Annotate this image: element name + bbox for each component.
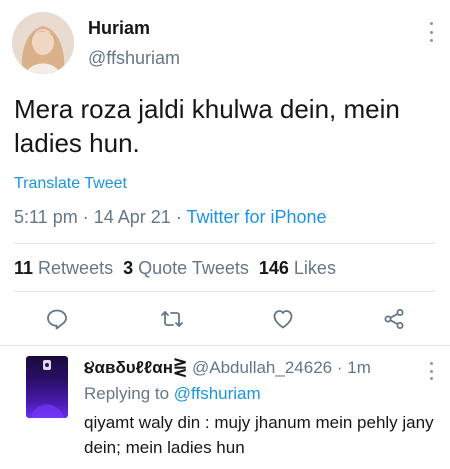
action-bar xyxy=(0,303,450,335)
reply-header: ૪αвδυℓℓαн⋛ @Abdullah_24626 · 1m xyxy=(84,358,371,378)
replying-to-mention[interactable]: @ffshuriam xyxy=(174,384,261,403)
tweet-time: 5:11 pm xyxy=(14,207,78,227)
divider xyxy=(0,345,450,346)
tweet-metadata: 5:11 pm · 14 Apr 21 · Twitter for iPhone xyxy=(14,207,327,228)
likes-label: Likes xyxy=(293,258,336,278)
reply-icon[interactable] xyxy=(45,307,69,331)
retweets-stat[interactable]: 11 Retweets xyxy=(14,258,113,278)
author-name[interactable]: Huriam xyxy=(88,18,150,39)
tweet-date: 14 Apr 21 xyxy=(93,207,171,227)
reply-author-name[interactable]: ૪αвδυℓℓαн⋛ xyxy=(84,358,187,377)
reply-more-options-icon[interactable] xyxy=(426,362,436,380)
reply-author-handle[interactable]: @Abdullah_24626 xyxy=(192,358,332,377)
quotes-count: 3 xyxy=(123,258,134,278)
share-icon[interactable] xyxy=(382,307,406,331)
reply-text: qiyamt waly din : mujy jhanum mein pehly… xyxy=(84,413,434,457)
tweet-text: Mera roza jaldi khulwa dein, mein ladies… xyxy=(14,94,400,158)
reply-time: 1m xyxy=(347,358,371,377)
replying-to-prefix: Replying to xyxy=(84,384,170,403)
replying-to-line: Replying to @ffshuriam xyxy=(84,384,261,404)
author-avatar-image xyxy=(12,12,74,74)
meta-separator: · xyxy=(175,207,182,227)
retweets-label: Retweets xyxy=(38,258,114,278)
author-handle[interactable]: @ffshuriam xyxy=(88,48,180,69)
tweet-detail-screen: Huriam @ffshuriam Mera roza jaldi khulwa… xyxy=(0,0,450,469)
translate-tweet-link[interactable]: Translate Tweet xyxy=(14,175,127,193)
divider xyxy=(14,243,436,244)
reply-separator: · xyxy=(336,358,343,377)
author-avatar[interactable] xyxy=(12,12,74,74)
reply-avatar-image xyxy=(30,360,64,418)
retweet-icon[interactable] xyxy=(160,307,184,331)
likes-stat[interactable]: 146 Likes xyxy=(259,258,336,278)
like-icon[interactable] xyxy=(271,307,295,331)
retweets-count: 11 xyxy=(14,258,34,278)
more-options-icon[interactable] xyxy=(426,22,436,42)
quote-tweets-stat[interactable]: 3 Quote Tweets xyxy=(123,258,249,278)
reply-author-avatar[interactable] xyxy=(26,356,68,418)
tweet-source-link[interactable]: Twitter for iPhone xyxy=(187,207,327,227)
meta-separator: · xyxy=(82,207,89,227)
tweet-stats: 11 Retweets 3 Quote Tweets 146 Likes xyxy=(14,258,336,279)
likes-count: 146 xyxy=(258,258,289,278)
divider xyxy=(14,291,436,292)
quotes-label: Quote Tweets xyxy=(138,258,249,278)
